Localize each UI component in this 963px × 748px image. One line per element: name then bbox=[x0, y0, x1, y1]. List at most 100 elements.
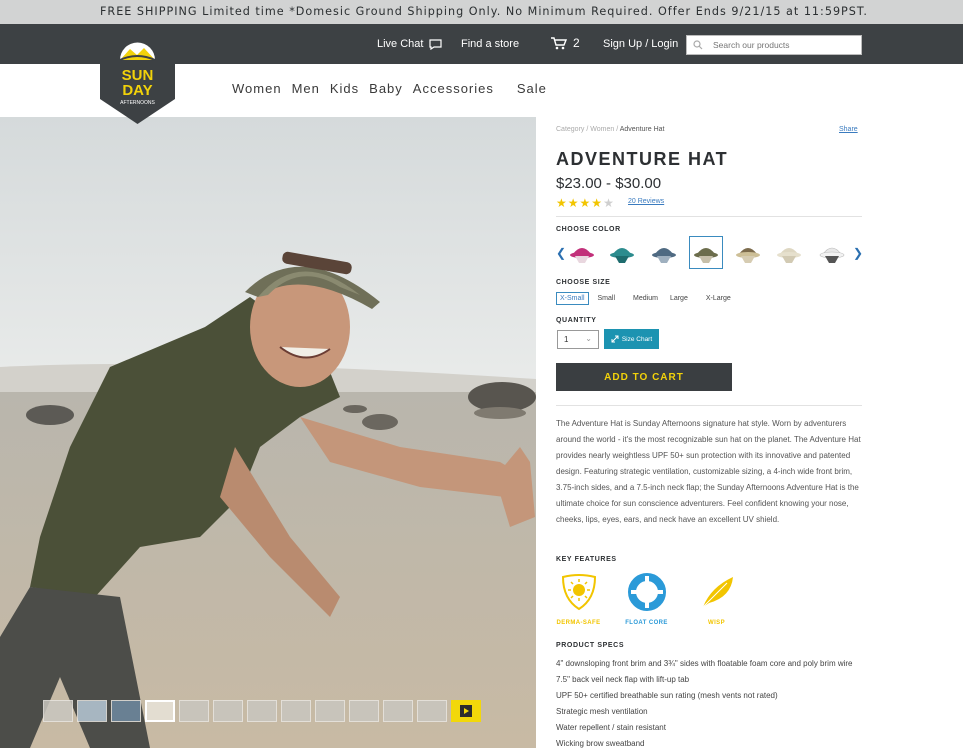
color-selector: ❮ ❯ bbox=[556, 236, 863, 270]
search-input[interactable] bbox=[713, 40, 853, 50]
chevron-right-icon[interactable]: ❯ bbox=[853, 246, 863, 260]
slate-blue-hat-icon bbox=[652, 247, 676, 263]
size-option-small[interactable]: Small bbox=[598, 295, 616, 302]
size-option-large[interactable]: Large bbox=[670, 295, 688, 302]
magenta-hat-icon bbox=[570, 247, 594, 263]
spec-item: Water repellent / stain resistant bbox=[556, 723, 666, 732]
play-icon bbox=[460, 705, 472, 717]
size-option-xlarge[interactable]: X-Large bbox=[706, 295, 731, 302]
feature-derma-safe: DERMA-SAFE bbox=[556, 573, 601, 626]
nav-kids[interactable]: Kids bbox=[330, 81, 359, 96]
color-swatch-teal[interactable] bbox=[605, 236, 639, 269]
product-specs-list: 4" downsloping front brim and 3¾" sides … bbox=[556, 656, 853, 748]
sunday-afternoons-logo[interactable]: SUN DAY AFTERNOONS bbox=[100, 24, 175, 124]
gallery-thumb-4[interactable] bbox=[145, 700, 175, 722]
product-description: The Adventure Hat is Sunday Afternoons s… bbox=[556, 419, 861, 524]
gallery-thumb-2[interactable] bbox=[77, 700, 107, 722]
khaki-hat-icon bbox=[736, 247, 760, 263]
nav-women[interactable]: Women bbox=[232, 81, 282, 96]
product-specs-label: PRODUCT SPECS bbox=[556, 642, 625, 649]
color-swatch-cream[interactable] bbox=[772, 236, 806, 269]
color-swatch-magenta[interactable] bbox=[565, 236, 599, 269]
feature-label: FLOAT CORE bbox=[625, 620, 668, 626]
spec-item: Wicking brow sweatband bbox=[556, 739, 645, 748]
add-to-cart-label: ADD TO CART bbox=[604, 371, 684, 383]
search-icon bbox=[693, 40, 703, 50]
star-icon: ★ bbox=[567, 196, 579, 210]
gallery-thumb-9[interactable] bbox=[315, 700, 345, 722]
feature-float-core: FLOAT CORE bbox=[624, 573, 669, 626]
cart-count: 2 bbox=[573, 36, 580, 50]
breadcrumb-sep: / bbox=[586, 126, 589, 133]
gallery-thumb-8[interactable] bbox=[281, 700, 311, 722]
gallery-thumb-6[interactable] bbox=[213, 700, 243, 722]
size-option-medium[interactable]: Medium bbox=[633, 295, 658, 302]
spec-item: 7.5" back veil neck flap with lift-up ta… bbox=[556, 675, 690, 684]
breadcrumb-category[interactable]: Category bbox=[556, 126, 584, 133]
product-title: ADVENTURE HAT bbox=[556, 149, 729, 169]
color-swatch-white[interactable] bbox=[815, 236, 849, 269]
divider bbox=[556, 405, 862, 406]
color-swatch-khaki[interactable] bbox=[731, 236, 765, 269]
find-store-link[interactable]: Find a store bbox=[461, 38, 519, 50]
star-icon: ★ bbox=[579, 196, 591, 210]
gallery-thumb-3[interactable] bbox=[111, 700, 141, 722]
reviews-link[interactable]: 20 Reviews bbox=[628, 198, 664, 205]
nav-sale[interactable]: Sale bbox=[517, 81, 547, 96]
key-features-label: KEY FEATURES bbox=[556, 556, 617, 563]
live-chat-label: Live Chat bbox=[377, 38, 424, 50]
feature-label: WISP bbox=[708, 620, 725, 626]
choose-size-label: CHOOSE SIZE bbox=[556, 279, 611, 286]
hero-photo-illustration bbox=[0, 117, 536, 748]
quantity-select[interactable]: 1 ⌄ bbox=[557, 330, 599, 349]
breadcrumb: Category / Women / Adventure Hat bbox=[556, 126, 664, 133]
add-to-cart-button[interactable]: ADD TO CART bbox=[556, 363, 732, 391]
logo-text-afternoons: AFTERNOONS bbox=[120, 100, 155, 106]
gallery-thumb-11[interactable] bbox=[383, 700, 413, 722]
quantity-value: 1 bbox=[564, 335, 569, 344]
feature-label: DERMA-SAFE bbox=[556, 620, 601, 626]
size-chart-button[interactable]: Size Chart bbox=[604, 329, 659, 349]
gallery-thumb-10[interactable] bbox=[349, 700, 379, 722]
breadcrumb-current: Adventure Hat bbox=[619, 126, 665, 133]
cart-link[interactable]: 2 bbox=[551, 36, 580, 50]
chevron-down-icon: ⌄ bbox=[585, 334, 592, 343]
size-option-xsmall[interactable]: X-Small bbox=[556, 292, 589, 305]
cream-hat-icon bbox=[777, 247, 801, 263]
breadcrumb-women[interactable]: Women bbox=[590, 126, 614, 133]
signup-login-link[interactable]: Sign Up / Login bbox=[603, 38, 678, 50]
choose-color-label: CHOOSE COLOR bbox=[556, 226, 621, 233]
expand-icon bbox=[611, 335, 619, 343]
rating-stars: ★ ★ ★ ★ ★ bbox=[556, 196, 614, 210]
life-ring-icon bbox=[627, 573, 666, 611]
color-swatch-slate-blue[interactable] bbox=[647, 236, 681, 269]
promo-text: FREE SHIPPING Limited time *Domesic Grou… bbox=[100, 5, 868, 18]
gallery-thumb-7[interactable] bbox=[247, 700, 277, 722]
signup-login-label: Sign Up / Login bbox=[603, 38, 679, 50]
color-swatch-olive[interactable] bbox=[689, 236, 723, 269]
logo-text-day: DAY bbox=[122, 82, 152, 99]
gallery-thumb-12[interactable] bbox=[417, 700, 447, 722]
spec-item: Strategic mesh ventilation bbox=[556, 707, 648, 716]
live-chat-link[interactable]: Live Chat bbox=[377, 38, 443, 50]
nav-baby[interactable]: Baby bbox=[369, 81, 403, 96]
cart-icon bbox=[551, 36, 567, 49]
search-box[interactable] bbox=[686, 35, 862, 55]
gallery-thumbnails bbox=[43, 700, 481, 722]
video-thumb-play[interactable] bbox=[451, 700, 481, 722]
promo-banner: FREE SHIPPING Limited time *Domesic Grou… bbox=[0, 0, 963, 24]
key-features: DERMA-SAFE FLOAT CORE WISP bbox=[556, 573, 756, 628]
share-link[interactable]: Share bbox=[839, 126, 858, 133]
star-empty-icon: ★ bbox=[603, 196, 614, 210]
spec-item: 4" downsloping front brim and 3¾" sides … bbox=[556, 659, 853, 668]
feather-icon bbox=[702, 577, 733, 608]
nav-accessories[interactable]: Accessories bbox=[413, 81, 494, 96]
gallery-thumb-5[interactable] bbox=[179, 700, 209, 722]
breadcrumb-sep: / bbox=[616, 126, 619, 133]
spec-item: UPF 50+ certified breathable sun rating … bbox=[556, 691, 778, 700]
gallery-thumb-1[interactable] bbox=[43, 700, 73, 722]
divider bbox=[556, 216, 862, 217]
nav-men[interactable]: Men bbox=[292, 81, 320, 96]
olive-hat-icon bbox=[694, 247, 718, 263]
product-hero-image bbox=[0, 117, 536, 748]
